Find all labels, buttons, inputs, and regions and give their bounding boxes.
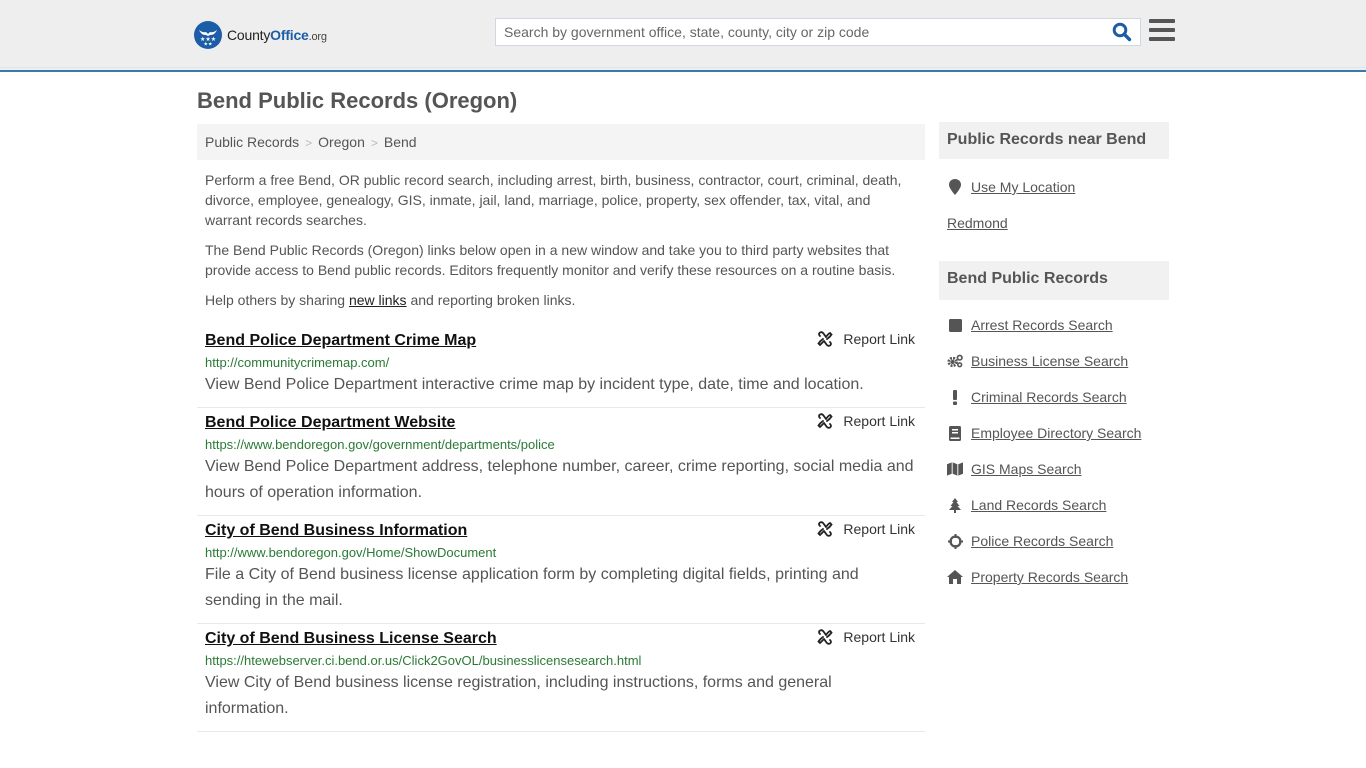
sidebar-link[interactable]: Business License Search [971,353,1128,369]
sidebar-item-arrest[interactable]: Arrest Records Search [947,307,1169,343]
crosshairs-icon [947,533,963,549]
sidebar-item-property[interactable]: Property Records Search [947,559,1169,595]
broken-link-icon [817,521,834,537]
page-title: Bend Public Records (Oregon) [197,88,518,113]
use-my-location-link[interactable]: Use My Location [971,179,1075,195]
breadcrumb-separator: > [305,136,313,150]
result-description: File a City of Bend business license app… [205,566,859,609]
sidebar-item-criminal[interactable]: Criminal Records Search [947,379,1169,415]
search-icon [1112,22,1132,42]
report-link-button[interactable]: Report Link [817,413,915,429]
home-icon [947,569,963,585]
menu-bar-icon [1149,37,1175,41]
breadcrumb-bend[interactable]: Bend [384,134,417,150]
use-my-location-item[interactable]: Use My Location [947,169,1169,205]
intro-paragraph-3: Help others by sharing new links and rep… [205,292,576,308]
broken-link-icon [817,629,834,645]
sidebar-link[interactable]: Property Records Search [971,569,1128,585]
report-link-label: Report Link [843,521,915,537]
search-button[interactable] [1112,22,1134,42]
nearby-place-link[interactable]: Redmond [947,215,1008,231]
sidebar-records-heading: Bend Public Records [939,261,1169,300]
sidebar-link[interactable]: Employee Directory Search [971,425,1141,441]
sidebar-nearby-heading: Public Records near Bend [939,122,1169,159]
sidebar-item-employee-directory[interactable]: Employee Directory Search [947,415,1169,451]
report-link-label: Report Link [843,629,915,645]
breadcrumb: Public Records > Oregon > Bend [197,124,925,160]
menu-bar-icon [1149,28,1175,32]
result-item: City of Bend Business Information Report… [197,516,925,624]
search-input[interactable] [496,19,1096,45]
site-header: ★★★ ★★ CountyOffice.org [0,0,1366,72]
sidebar-item-land[interactable]: Land Records Search [947,487,1169,523]
result-description: View Bend Police Department address, tel… [205,458,914,501]
eagle-stars-logo-icon: ★★★ ★★ [194,21,222,49]
sidebar-item-police[interactable]: Police Records Search [947,523,1169,559]
results-list: Bend Police Department Crime Map Report … [197,326,925,732]
menu-bar-icon [1149,19,1175,23]
sidebar-link[interactable]: Criminal Records Search [971,389,1127,405]
sidebar-link[interactable]: Arrest Records Search [971,317,1113,333]
result-description: View Bend Police Department interactive … [205,376,864,393]
new-links-link[interactable]: new links [349,292,407,308]
result-description: View City of Bend business license regis… [205,674,832,717]
map-marker-icon [947,179,963,195]
site-logo-text: CountyOffice.org [227,27,327,43]
hamburger-menu-button[interactable] [1149,19,1175,43]
map-icon [947,461,963,477]
result-url[interactable]: http://www.bendoregon.gov/Home/ShowDocum… [205,544,917,562]
result-title-link[interactable]: Bend Police Department Website [205,412,455,434]
result-url[interactable]: https://www.bendoregon.gov/government/de… [205,436,917,454]
report-link-button[interactable]: Report Link [817,629,915,645]
sidebar-item-business-license[interactable]: Business License Search [947,343,1169,379]
sidebar-link[interactable]: GIS Maps Search [971,461,1082,477]
report-link-label: Report Link [843,331,915,347]
tree-icon [947,497,963,513]
broken-link-icon [817,413,834,429]
svg-text:★★: ★★ [204,42,213,47]
book-icon [947,425,963,441]
sidebar-link[interactable]: Police Records Search [971,533,1113,549]
intro-paragraph-2: The Bend Public Records (Oregon) links b… [205,242,896,278]
gears-icon [947,353,963,369]
sidebar-records: Bend Public Records Arrest Records Searc… [939,261,1169,595]
sidebar-link[interactable]: Land Records Search [971,497,1106,513]
sidebar-item-gis-maps[interactable]: GIS Maps Search [947,451,1169,487]
result-title-link[interactable]: City of Bend Business Information [205,520,467,542]
report-link-button[interactable]: Report Link [817,521,915,537]
nearby-place-item[interactable]: Redmond [947,205,1169,241]
result-item: City of Bend Business License Search Rep… [197,624,925,732]
sidebar-nearby: Public Records near Bend Use My Location… [939,122,1169,241]
breadcrumb-separator: > [370,136,378,150]
result-title-link[interactable]: Bend Police Department Crime Map [205,330,476,352]
square-icon [947,317,963,333]
site-logo[interactable]: ★★★ ★★ CountyOffice.org [194,21,327,49]
broken-link-icon [817,331,834,347]
result-url[interactable]: http://communitycrimemap.com/ [205,354,917,372]
result-url[interactable]: https://htewebserver.ci.bend.or.us/Click… [205,652,917,670]
search-bar [495,18,1141,46]
result-title-link[interactable]: City of Bend Business License Search [205,628,497,650]
breadcrumb-oregon[interactable]: Oregon [318,134,365,150]
result-item: Bend Police Department Website Report Li… [197,408,925,516]
report-link-button[interactable]: Report Link [817,331,915,347]
breadcrumb-public-records[interactable]: Public Records [205,134,299,150]
intro-paragraph-1: Perform a free Bend, OR public record se… [205,172,902,228]
exclamation-icon [947,389,963,405]
report-link-label: Report Link [843,413,915,429]
intro-text: Perform a free Bend, OR public record se… [205,170,917,320]
result-item: Bend Police Department Crime Map Report … [197,326,925,408]
